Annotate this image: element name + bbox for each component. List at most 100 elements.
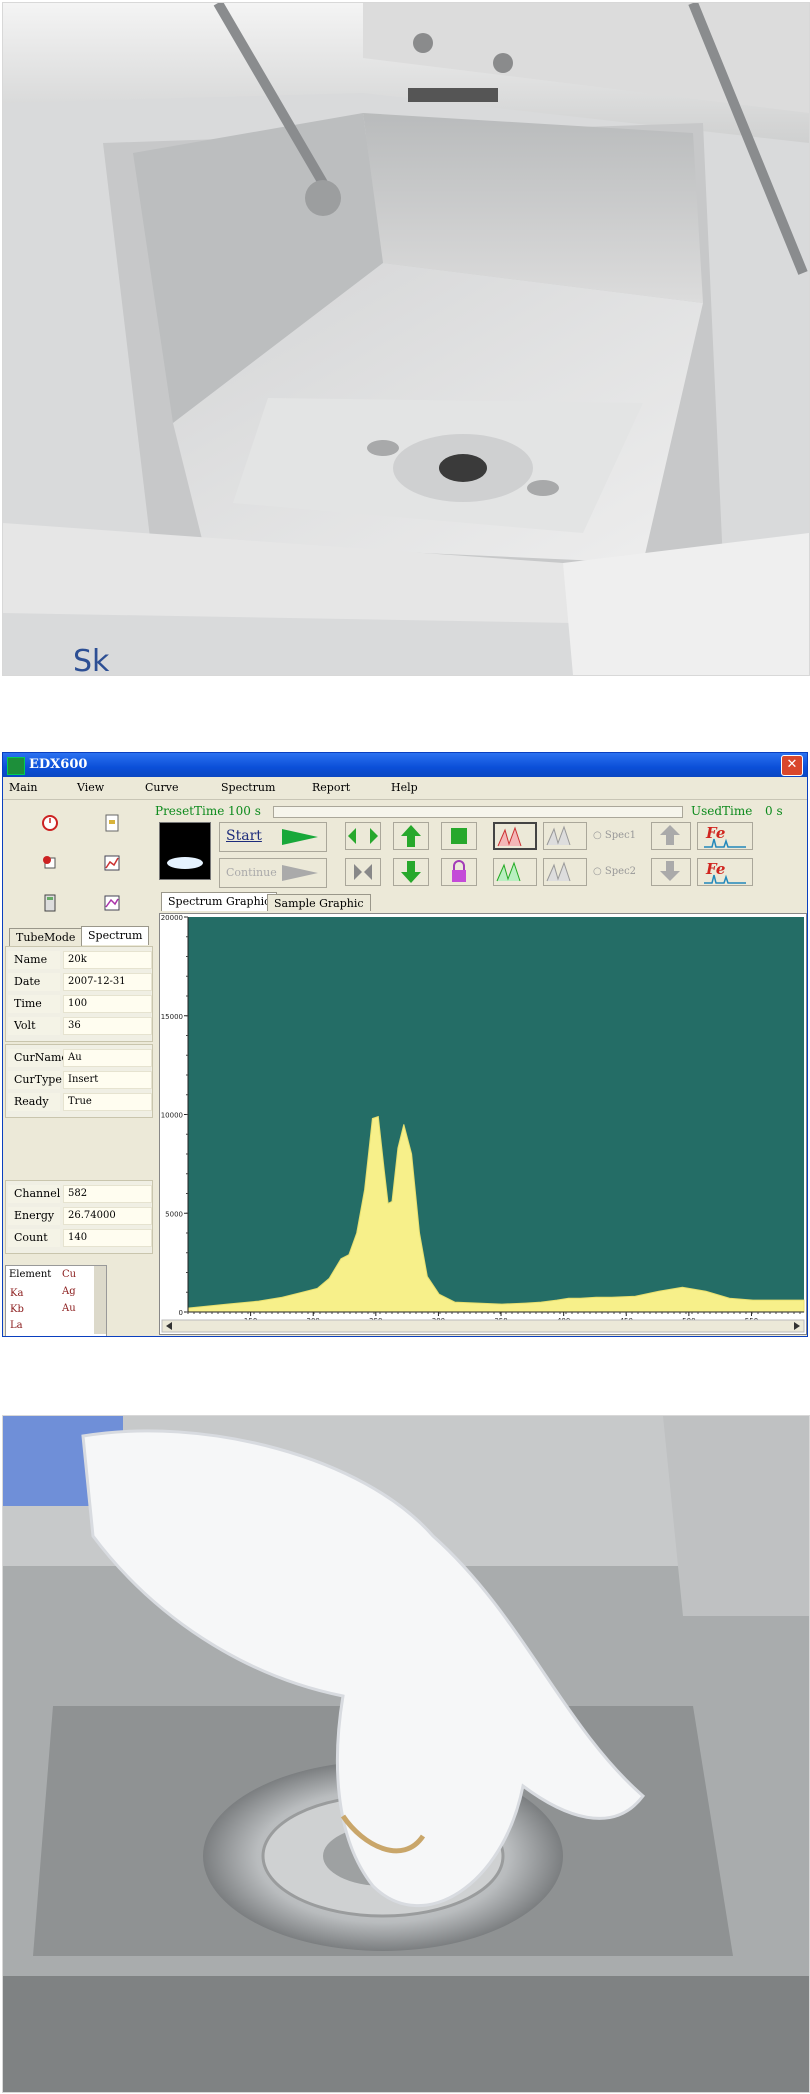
info-label: Name bbox=[8, 951, 60, 969]
info-label: Energy bbox=[8, 1207, 60, 1225]
arrows-inward-icon[interactable] bbox=[345, 858, 381, 886]
fe-peaks-icon bbox=[704, 874, 746, 884]
line-kb: Kb bbox=[10, 1304, 24, 1315]
element-ag[interactable]: Ag bbox=[62, 1286, 76, 1297]
fe-button-2[interactable]: Fe bbox=[697, 858, 753, 886]
info-value: 36 bbox=[63, 1017, 152, 1035]
menu-help[interactable]: Help bbox=[391, 781, 418, 794]
used-time-label: UsedTime bbox=[691, 804, 753, 818]
start-button[interactable]: Start bbox=[219, 822, 327, 852]
clock-icon[interactable] bbox=[39, 812, 61, 834]
tube-icon[interactable] bbox=[39, 852, 61, 874]
element-scrollbar[interactable] bbox=[94, 1266, 106, 1334]
play-disabled-icon bbox=[282, 865, 318, 881]
info-label: Time bbox=[8, 995, 60, 1013]
info-value: 20k bbox=[63, 951, 152, 969]
graph-tabs: Spectrum Graphic Sample Graphic bbox=[153, 890, 807, 912]
info-row-time: Time 100 bbox=[8, 993, 152, 1015]
line-ka: Ka bbox=[10, 1288, 24, 1299]
sample-placement-illustration bbox=[3, 1416, 809, 2092]
tab-spectrum-graphic[interactable]: Spectrum Graphic bbox=[161, 892, 278, 911]
info-label: Date bbox=[8, 973, 60, 991]
y-tick-label: 5000 bbox=[165, 1210, 183, 1218]
spectrum-info-group: Name 20k Date 2007-12-31 Time 100 Volt 36 bbox=[5, 946, 153, 1042]
spectrum-green-icon[interactable] bbox=[493, 858, 537, 886]
info-label: Channel bbox=[8, 1185, 60, 1203]
spectrum-gray2-icon[interactable] bbox=[543, 858, 587, 886]
menu-view[interactable]: View bbox=[77, 781, 104, 794]
spectrum-red-icon[interactable] bbox=[493, 822, 537, 850]
info-label: Count bbox=[8, 1229, 60, 1247]
spectrum-chart-svg: 0500010000150002000015020025030035040045… bbox=[160, 914, 806, 1334]
element-header: Element bbox=[9, 1269, 52, 1280]
upload-icon[interactable] bbox=[651, 822, 691, 850]
y-tick-label: 20000 bbox=[161, 914, 183, 922]
graph-icon[interactable] bbox=[101, 892, 123, 914]
info-value: 26.74000 bbox=[63, 1207, 152, 1225]
app-icon bbox=[7, 757, 25, 775]
spec2-radio[interactable]: ○ Spec2 bbox=[593, 866, 636, 877]
info-row-count: Count 140 bbox=[8, 1227, 152, 1249]
continue-button[interactable]: Continue bbox=[219, 858, 327, 888]
close-button[interactable]: ✕ bbox=[781, 755, 803, 776]
download-icon[interactable] bbox=[651, 858, 691, 886]
element-au[interactable]: Au bbox=[62, 1303, 76, 1314]
sample-placement-photo bbox=[2, 1415, 810, 2093]
continue-label: Continue bbox=[226, 866, 277, 879]
sample-chamber-photo: Sk bbox=[2, 2, 810, 676]
chart-scrollbar bbox=[161, 1319, 805, 1333]
element-cu[interactable]: Cu bbox=[62, 1269, 76, 1280]
info-value: Insert bbox=[63, 1071, 152, 1089]
info-row-date: Date 2007-12-31 bbox=[8, 971, 152, 993]
spec1-radio[interactable]: ○ Spec1 bbox=[593, 830, 636, 841]
spectrum-chart[interactable]: 0500010000150002000015020025030035040045… bbox=[159, 913, 807, 1335]
preset-time-value: 100 s bbox=[228, 804, 261, 818]
svg-text:Sk: Sk bbox=[73, 644, 110, 675]
document-icon[interactable] bbox=[101, 812, 123, 834]
tab-tubemode[interactable]: TubeMode bbox=[9, 928, 83, 947]
sample-preview bbox=[159, 822, 211, 880]
toolbar: PresetTime 100 s UsedTime 0 s Start Cont… bbox=[153, 800, 807, 888]
menu-bar: Main View Curve Spectrum Report Help bbox=[3, 777, 807, 800]
edx600-window: EDX600 ✕ Main View Curve Spectrum Report… bbox=[2, 752, 808, 1337]
preset-time-label: PresetTime bbox=[155, 804, 225, 818]
menu-main[interactable]: Main bbox=[9, 781, 37, 794]
info-row-energy: Energy 26.74000 bbox=[8, 1205, 152, 1227]
fe-peaks-icon bbox=[704, 838, 746, 848]
line-la: La bbox=[10, 1320, 23, 1331]
menu-spectrum[interactable]: Spectrum bbox=[221, 781, 275, 794]
window-title: EDX600 bbox=[29, 757, 88, 772]
tab-spectrum[interactable]: Spectrum bbox=[81, 926, 150, 945]
arrows-horizontal-icon[interactable] bbox=[345, 822, 381, 850]
calculator-icon[interactable] bbox=[39, 892, 61, 914]
start-label: Start bbox=[226, 828, 262, 844]
lock-icon[interactable] bbox=[441, 858, 477, 886]
info-label: Ready bbox=[8, 1093, 60, 1111]
spectrum-gray-icon[interactable] bbox=[543, 822, 587, 850]
play-icon bbox=[282, 829, 318, 845]
left-panel: TubeMode Spectrum Name 20k Date 2007-12-31… bbox=[3, 800, 153, 1336]
curve-info-group: CurName Au CurType Insert Ready True bbox=[5, 1044, 153, 1118]
spec1-label: Spec1 bbox=[604, 830, 637, 841]
used-time-value: 0 s bbox=[765, 804, 783, 818]
expand-icon[interactable] bbox=[441, 822, 477, 850]
info-row-volt: Volt 36 bbox=[8, 1015, 152, 1037]
info-row-curname: CurName Au bbox=[8, 1047, 152, 1069]
progress-bar bbox=[273, 806, 683, 818]
plot-area bbox=[188, 917, 804, 1312]
menu-report[interactable]: Report bbox=[312, 781, 350, 794]
info-value: 100 bbox=[63, 995, 152, 1013]
menu-curve[interactable]: Curve bbox=[145, 781, 178, 794]
info-row-curtype: CurType Insert bbox=[8, 1069, 152, 1091]
tab-sample-graphic[interactable]: Sample Graphic bbox=[267, 894, 371, 911]
sample-chamber-illustration: Sk bbox=[3, 3, 809, 675]
fe-button-1[interactable]: Fe bbox=[697, 822, 753, 850]
info-row-ready: Ready True bbox=[8, 1091, 152, 1113]
info-value: 140 bbox=[63, 1229, 152, 1247]
cursor-info-group: Channel 582 Energy 26.74000 Count 140 bbox=[5, 1180, 153, 1254]
arrow-down-icon[interactable] bbox=[393, 858, 429, 886]
info-value: True bbox=[63, 1093, 152, 1111]
chart-icon[interactable] bbox=[101, 852, 123, 874]
arrow-up-icon[interactable] bbox=[393, 822, 429, 850]
info-row-name: Name 20k bbox=[8, 949, 152, 971]
